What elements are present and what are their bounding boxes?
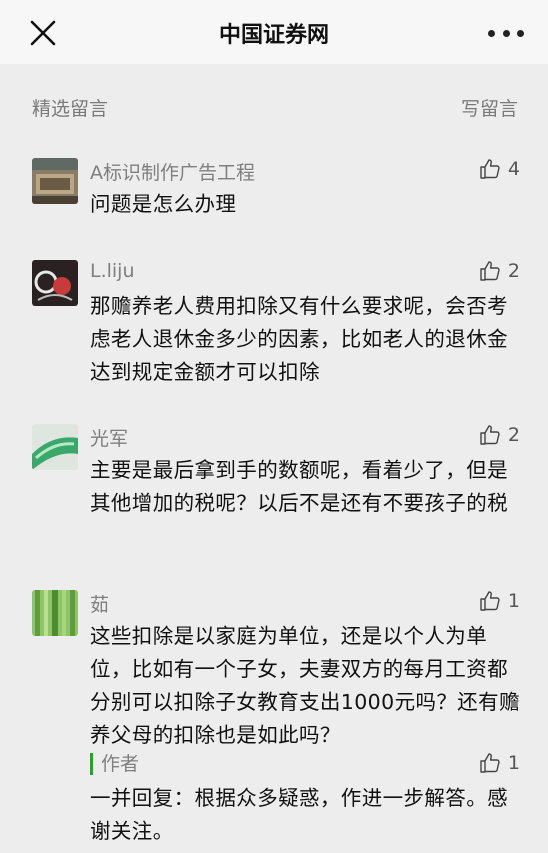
- author-reply-label: 作者: [90, 753, 139, 775]
- author-reply-text: 一并回复：根据众多疑惑，作进一步解答。感谢关注。: [90, 786, 508, 843]
- like-count: 1: [507, 590, 520, 612]
- comment-text: 那赡养老人费用扣除又有什么要求呢，会否考虑老人退休金多少的因素，比如老人的退休金…: [90, 294, 508, 384]
- commenter-name: L.liju: [90, 260, 135, 282]
- commenter-name: A标识制作广告工程: [90, 162, 255, 184]
- avatar[interactable]: [32, 260, 78, 306]
- like-button[interactable]: 2: [478, 258, 520, 284]
- commenter-name: 光军: [90, 428, 129, 450]
- featured-comments-title: 精选留言: [32, 98, 109, 120]
- avatar[interactable]: [32, 590, 78, 636]
- more-icon[interactable]: [488, 20, 524, 46]
- like-count: 2: [507, 260, 520, 282]
- comment-list: A标识制作广告工程 4 问题是怎么办理 L.liju 2 那赡养老人费用扣除又有…: [0, 144, 548, 853]
- comment-item: L.liju 2 那赡养老人费用扣除又有什么要求呢，会否考虑老人退休金多少的因素…: [0, 246, 548, 406]
- reply-like-button[interactable]: 1: [478, 750, 520, 776]
- like-count: 2: [507, 424, 520, 446]
- commenter-name: 茹: [90, 594, 110, 616]
- avatar[interactable]: [32, 424, 78, 470]
- thumbs-up-icon: [480, 261, 500, 281]
- comment-item: A标识制作广告工程 4 问题是怎么办理: [0, 144, 548, 244]
- comment-item: 光军 2 主要是最后拿到手的数额呢，看着少了，但是其他增加的税呢？以后不是还有不…: [0, 410, 548, 570]
- navigation-bar: 中国证券网: [0, 0, 548, 65]
- thumbs-up-icon: [480, 425, 500, 445]
- comment-text: 这些扣除是以家庭为单位，还是以个人为单位，比如有一个子女，夫妻双方的每月工资都分…: [90, 624, 520, 747]
- thumbs-up-icon: [480, 159, 500, 179]
- comment-text: 问题是怎么办理: [90, 192, 237, 216]
- comment-item: 茹 1 这些扣除是以家庭为单位，还是以个人为单位，比如有一个子女，夫妻双方的每月…: [0, 576, 548, 853]
- thumbs-up-icon: [480, 591, 500, 611]
- thumbs-up-icon: [480, 753, 500, 773]
- like-button[interactable]: 4: [478, 156, 520, 182]
- like-button[interactable]: 2: [478, 422, 520, 448]
- comment-text: 主要是最后拿到手的数额呢，看着少了，但是其他增加的税呢？以后不是还有不要孩子的税: [90, 458, 508, 515]
- page-title: 中国证券网: [218, 23, 329, 48]
- avatar[interactable]: [32, 158, 78, 204]
- like-button[interactable]: 1: [478, 588, 520, 614]
- write-comment-link[interactable]: 写留言: [461, 94, 518, 121]
- like-count: 4: [507, 158, 520, 180]
- comments-header: 精选留言 写留言: [0, 64, 548, 144]
- like-count: 1: [507, 752, 520, 774]
